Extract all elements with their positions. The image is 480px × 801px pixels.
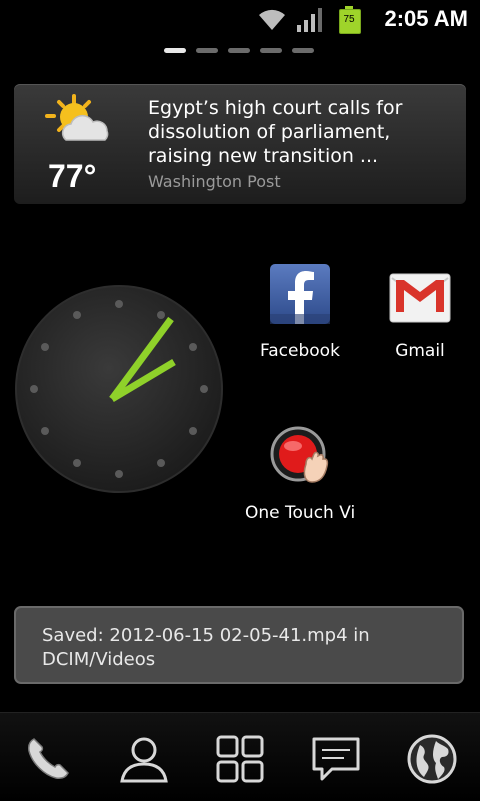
- app-facebook[interactable]: Facebook: [245, 262, 355, 361]
- wifi-icon: [259, 9, 285, 30]
- app-gmail[interactable]: Gmail: [365, 262, 475, 361]
- news-source: Washington Post: [148, 172, 281, 191]
- toast-message: Saved: 2012-06-15 02-05-41.mp4 in DCIM/V…: [42, 625, 370, 670]
- app-label-facebook: Facebook: [260, 341, 340, 361]
- page-dot-3: [228, 48, 250, 53]
- analog-clock-widget[interactable]: [14, 284, 224, 494]
- facebook-icon: [270, 264, 330, 324]
- saved-toast: Saved: 2012-06-15 02-05-41.mp4 in DCIM/V…: [14, 606, 464, 684]
- record-button-icon: [270, 426, 329, 483]
- status-time: 2:05 AM: [384, 6, 468, 31]
- battery-level: 75: [343, 14, 355, 25]
- contacts-icon[interactable]: [118, 733, 170, 785]
- battery-icon: 75: [338, 6, 361, 34]
- partly-cloudy-icon: [45, 94, 109, 141]
- app-one-touch-video[interactable]: One Touch Vic: [245, 424, 355, 523]
- app-drawer-icon[interactable]: [214, 733, 266, 785]
- news-weather-widget[interactable]: 77° Egypt’s high court calls for dissolu…: [14, 84, 466, 204]
- temperature: 77°: [48, 158, 97, 194]
- news-headline[interactable]: Egypt’s high court calls for dissolution…: [148, 96, 448, 168]
- dock-bar: [0, 712, 480, 801]
- page-dot-5: [292, 48, 314, 53]
- signal-icon: [297, 8, 322, 32]
- messaging-icon[interactable]: [310, 733, 362, 785]
- page-indicator: [164, 48, 324, 56]
- browser-icon[interactable]: [406, 733, 458, 785]
- page-dot-4: [260, 48, 282, 53]
- page-dot-1: [164, 48, 186, 53]
- phone-icon[interactable]: [22, 733, 74, 785]
- page-dot-2: [196, 48, 218, 53]
- gmail-icon: [389, 273, 451, 323]
- app-label-gmail: Gmail: [395, 341, 445, 361]
- app-label-one-touch-video: One Touch Vic: [245, 503, 355, 523]
- status-bar[interactable]: 75 2:05 AM: [0, 0, 480, 38]
